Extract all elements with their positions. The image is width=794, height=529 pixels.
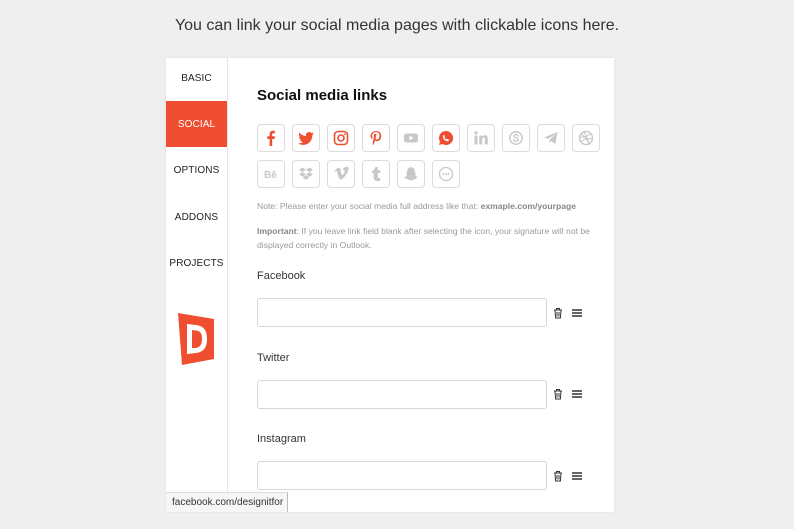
instagram-icon[interactable] (327, 124, 355, 152)
settings-panel: BASIC SOCIAL OPTIONS ADDONS PROJECTS Soc… (166, 58, 614, 512)
sidebar-item-projects[interactable]: PROJECTS (166, 240, 227, 286)
sidebar-item-social[interactable]: SOCIAL (166, 101, 227, 147)
whatsapp-icon[interactable] (432, 124, 460, 152)
page-caption: You can link your social media pages wit… (174, 17, 620, 34)
facebook-icon[interactable] (257, 124, 285, 152)
note-address-format: Note: Please enter your social media ful… (257, 201, 577, 211)
tumblr-icon[interactable] (362, 160, 390, 188)
pinterest-icon[interactable] (362, 124, 390, 152)
facebook-link-input[interactable] (257, 298, 547, 327)
brand-logo (178, 313, 214, 365)
note-important: Important: If you leave link field blank… (257, 226, 590, 250)
facebook-label: Facebook (257, 270, 306, 282)
trash-icon[interactable] (552, 307, 564, 319)
telegram-icon[interactable] (537, 124, 565, 152)
behance-icon[interactable]: Bē (257, 160, 285, 188)
instagram-link-input[interactable] (257, 461, 547, 490)
dribbble-icon[interactable] (572, 124, 600, 152)
icon-row-2: Bē (257, 160, 460, 188)
linkedin-icon[interactable] (467, 124, 495, 152)
more-icon[interactable] (432, 160, 460, 188)
snapchat-icon[interactable] (397, 160, 425, 188)
twitter-icon[interactable] (292, 124, 320, 152)
trash-icon[interactable] (552, 470, 564, 482)
twitter-label: Twitter (257, 352, 290, 364)
drag-handle-icon[interactable] (571, 388, 583, 400)
trash-icon[interactable] (552, 388, 564, 400)
twitter-link-input[interactable] (257, 380, 547, 409)
youtube-icon[interactable] (397, 124, 425, 152)
svg-text:Bē: Bē (264, 170, 277, 181)
sidebar-item-basic[interactable]: BASIC (166, 55, 227, 101)
icon-row-1 (257, 124, 600, 152)
status-bar-url: facebook.com/designitfor (166, 492, 288, 512)
vimeo-icon[interactable] (327, 160, 355, 188)
instagram-label: Instagram (257, 433, 306, 445)
dropbox-icon[interactable] (292, 160, 320, 188)
sidebar: BASIC SOCIAL OPTIONS ADDONS PROJECTS (166, 58, 228, 512)
sidebar-item-addons[interactable]: ADDONS (166, 194, 227, 240)
drag-handle-icon[interactable] (571, 470, 583, 482)
drag-handle-icon[interactable] (571, 307, 583, 319)
sidebar-item-options[interactable]: OPTIONS (166, 147, 227, 193)
page-title: Social media links (257, 87, 388, 104)
skype-icon[interactable] (502, 124, 530, 152)
